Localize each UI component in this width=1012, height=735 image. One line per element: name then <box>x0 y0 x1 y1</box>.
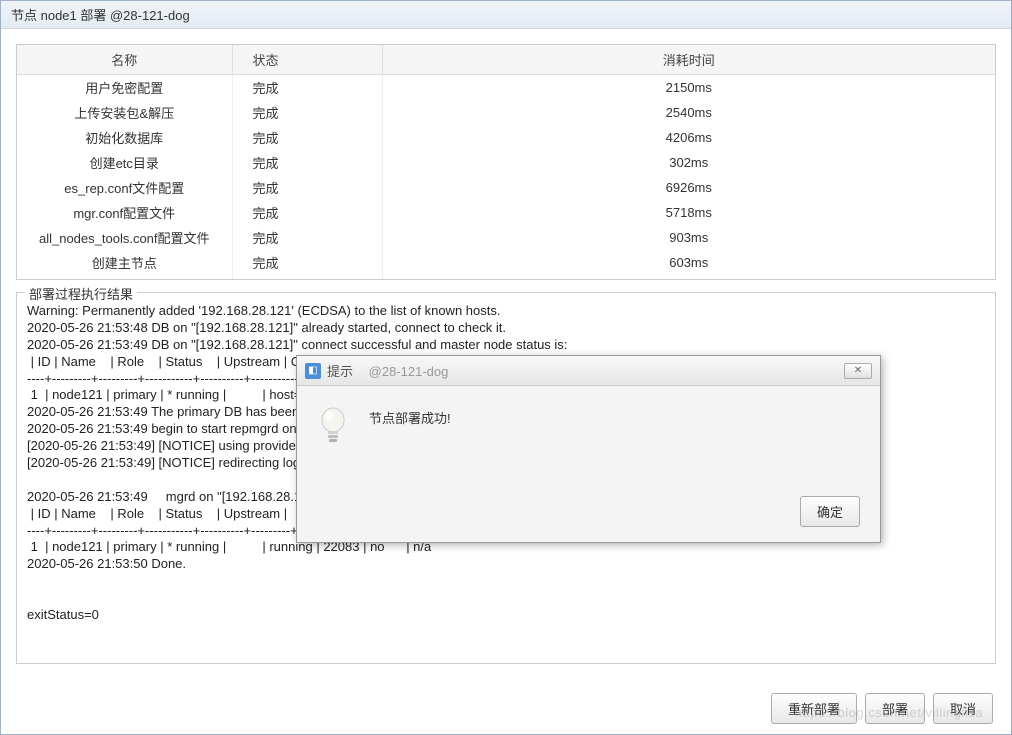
cell-time: 603ms <box>382 250 995 275</box>
table-row[interactable]: 初始化数据库完成4206ms <box>17 125 995 150</box>
table-row[interactable]: es_rep.conf文件配置完成6926ms <box>17 175 995 200</box>
dialog-message: 节点部署成功! <box>369 406 451 471</box>
cell-name: 创建etc目录 <box>17 150 232 175</box>
close-icon[interactable]: ✕ <box>844 363 872 379</box>
cell-time: 6926ms <box>382 175 995 200</box>
dialog-titlebar[interactable]: ◧ 提示 @28-121-dog ✕ <box>297 356 880 386</box>
cell-name: mgr.conf配置文件 <box>17 200 232 225</box>
cell-status: 完成 <box>232 75 382 101</box>
content-area: 名称 状态 消耗时间 用户免密配置完成2150ms上传安装包&解压完成2540m… <box>1 29 1011 679</box>
cell-name: 初始化数据库 <box>17 125 232 150</box>
cell-time: 3304ms <box>382 275 995 280</box>
cell-status: 完成 <box>232 225 382 250</box>
cell-time: 5718ms <box>382 200 995 225</box>
deploy-button[interactable]: 部署 <box>865 693 925 724</box>
dialog-host: @28-121-dog <box>369 364 449 379</box>
cell-status: 完成 <box>232 175 382 200</box>
button-bar: 重新部署 部署 取消 <box>771 693 993 724</box>
cell-time: 903ms <box>382 225 995 250</box>
cell-name: 上传安装包&解压 <box>17 100 232 125</box>
cell-name: es_rep.conf文件配置 <box>17 175 232 200</box>
table-row[interactable]: all_nodes_tools.conf配置文件完成903ms <box>17 225 995 250</box>
dialog-title: 提示 @28-121-dog <box>327 361 844 380</box>
header-name[interactable]: 名称 <box>17 45 232 75</box>
cell-time: 302ms <box>382 150 995 175</box>
table-row[interactable]: 启动节点完成3304ms <box>17 275 995 280</box>
dialog-body: 节点部署成功! <box>297 386 880 486</box>
cell-name: 启动节点 <box>17 275 232 280</box>
cell-time: 2540ms <box>382 100 995 125</box>
header-time[interactable]: 消耗时间 <box>382 45 995 75</box>
cell-status: 完成 <box>232 125 382 150</box>
steps-table-wrap: 名称 状态 消耗时间 用户免密配置完成2150ms上传安装包&解压完成2540m… <box>16 44 996 280</box>
table-row[interactable]: 上传安装包&解压完成2540ms <box>17 100 995 125</box>
header-status[interactable]: 状态 <box>232 45 382 75</box>
cell-name: 用户免密配置 <box>17 75 232 101</box>
table-row[interactable]: 创建主节点完成603ms <box>17 250 995 275</box>
cell-name: all_nodes_tools.conf配置文件 <box>17 225 232 250</box>
table-row[interactable]: 用户免密配置完成2150ms <box>17 75 995 101</box>
cell-status: 完成 <box>232 150 382 175</box>
cell-time: 2150ms <box>382 75 995 101</box>
cancel-button[interactable]: 取消 <box>933 693 993 724</box>
lightbulb-icon <box>317 406 349 446</box>
cell-status: 完成 <box>232 250 382 275</box>
cell-status: 完成 <box>232 200 382 225</box>
cell-status: 完成 <box>232 275 382 280</box>
dialog-footer: 确定 <box>297 486 880 542</box>
cell-time: 4206ms <box>382 125 995 150</box>
message-dialog: ◧ 提示 @28-121-dog ✕ 节点部署成功! 确定 <box>296 355 881 543</box>
cell-status: 完成 <box>232 100 382 125</box>
steps-table: 名称 状态 消耗时间 用户免密配置完成2150ms上传安装包&解压完成2540m… <box>17 45 995 280</box>
window-titlebar[interactable]: 节点 node1 部署 @28-121-dog <box>1 1 1011 29</box>
dialog-app-icon: ◧ <box>305 363 321 379</box>
redeploy-button[interactable]: 重新部署 <box>771 693 857 724</box>
table-row[interactable]: 创建etc目录完成302ms <box>17 150 995 175</box>
ok-button[interactable]: 确定 <box>800 496 860 527</box>
table-row[interactable]: mgr.conf配置文件完成5718ms <box>17 200 995 225</box>
cell-name: 创建主节点 <box>17 250 232 275</box>
window-title: 节点 node1 部署 @28-121-dog <box>11 8 190 23</box>
